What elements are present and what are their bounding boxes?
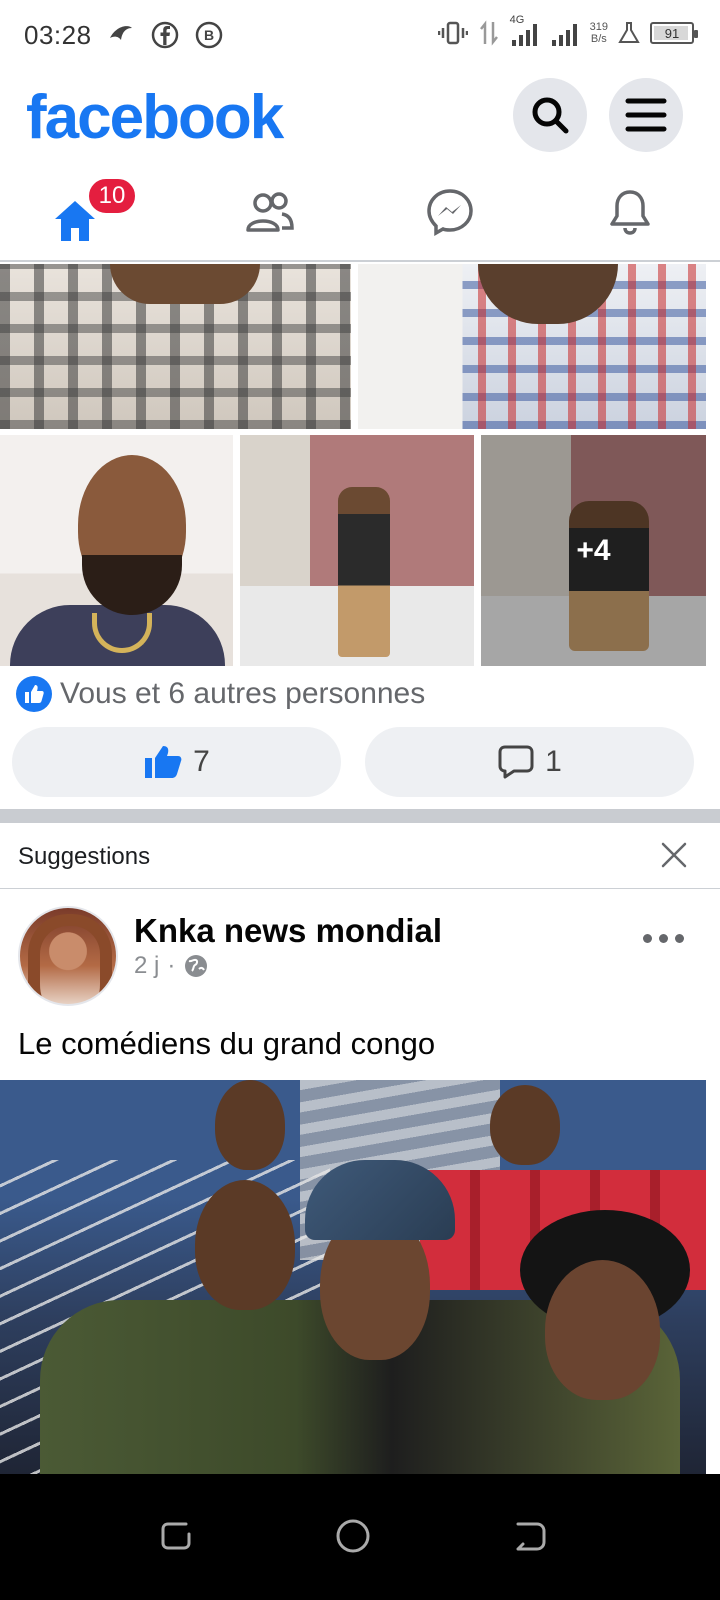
tab-messenger[interactable] <box>360 164 540 260</box>
reaction-summary[interactable]: Vous et 6 autres personnes <box>16 674 425 714</box>
post-photo-4[interactable] <box>240 435 474 666</box>
reaction-text: Vous et 6 autres personnes <box>60 677 426 710</box>
comment-count: 1 <box>545 745 562 778</box>
battery-level: 91 <box>664 25 680 41</box>
more-options-button[interactable] <box>643 934 684 943</box>
signal-icon <box>551 24 577 46</box>
battery-icon: 91 <box>650 22 698 44</box>
net-speed: 319 B/s <box>590 21 608 45</box>
post-photo-1[interactable] <box>0 264 351 429</box>
facebook-notification-icon <box>151 21 179 49</box>
post-photo-5[interactable]: +4 <box>481 435 706 666</box>
close-icon[interactable] <box>660 841 688 869</box>
search-button[interactable] <box>513 78 587 152</box>
home-nav-icon[interactable] <box>333 1516 373 1556</box>
suggestions-header: Suggestions <box>0 823 720 889</box>
svg-text:B: B <box>204 27 214 43</box>
like-button[interactable]: 7 <box>12 727 341 797</box>
thumbs-up-icon <box>145 746 182 778</box>
like-reaction-icon <box>16 676 52 712</box>
data-transfer-icon <box>479 20 498 46</box>
system-nav-bar <box>0 1474 720 1600</box>
like-count: 7 <box>193 745 210 778</box>
post-caption: Le comédiens du grand congo <box>18 1026 436 1061</box>
post-meta: 2 j · <box>134 952 209 980</box>
back-icon[interactable] <box>510 1516 550 1556</box>
main-tabs: 10 <box>0 164 720 262</box>
status-bar: 03:28 B 4G 319 B/s 91 <box>0 0 720 72</box>
more-photos-count: +4 <box>576 533 611 567</box>
facebook-logo[interactable]: facebook <box>26 82 284 153</box>
comment-button[interactable]: 1 <box>365 727 694 797</box>
post-time[interactable]: 2 j <box>134 952 159 980</box>
tab-home[interactable]: 10 <box>0 164 180 260</box>
network-type: 4G <box>509 14 525 26</box>
flask-icon <box>618 22 640 43</box>
author-avatar[interactable] <box>18 906 118 1006</box>
bird-app-icon <box>110 26 132 40</box>
messenger-icon <box>427 189 473 236</box>
feed-separator <box>0 809 720 823</box>
post-photo-2[interactable] <box>358 264 706 429</box>
home-notification-badge: 10 <box>86 176 138 216</box>
globe-icon <box>185 955 208 977</box>
app-header: facebook <box>0 72 720 164</box>
author-name[interactable]: Knka news mondial <box>134 912 442 950</box>
tab-notifications[interactable] <box>540 164 720 260</box>
suggestions-title: Suggestions <box>18 843 151 870</box>
hamburger-menu-icon <box>625 98 667 132</box>
net-speed-value: 319 <box>589 21 608 33</box>
tab-friends[interactable] <box>180 164 360 260</box>
friends-icon <box>246 192 294 232</box>
status-notification-icons: B <box>106 20 224 50</box>
search-icon <box>532 97 569 134</box>
post-header: Knka news mondial 2 j · <box>0 890 720 1014</box>
vibrate-icon <box>437 21 468 45</box>
comment-icon <box>498 745 534 779</box>
meta-separator: · <box>167 952 176 979</box>
net-speed-unit: B/s <box>590 33 607 45</box>
b-app-icon: B <box>195 21 223 49</box>
status-time: 03:28 <box>24 20 92 50</box>
signal-4g-icon: 4G <box>510 14 540 48</box>
recent-apps-icon[interactable] <box>156 1516 196 1556</box>
post-photo-3[interactable] <box>0 435 233 666</box>
bell-icon <box>610 190 650 235</box>
status-right-icons: 4G 319 B/s 91 <box>437 14 698 48</box>
menu-button[interactable] <box>609 78 683 152</box>
